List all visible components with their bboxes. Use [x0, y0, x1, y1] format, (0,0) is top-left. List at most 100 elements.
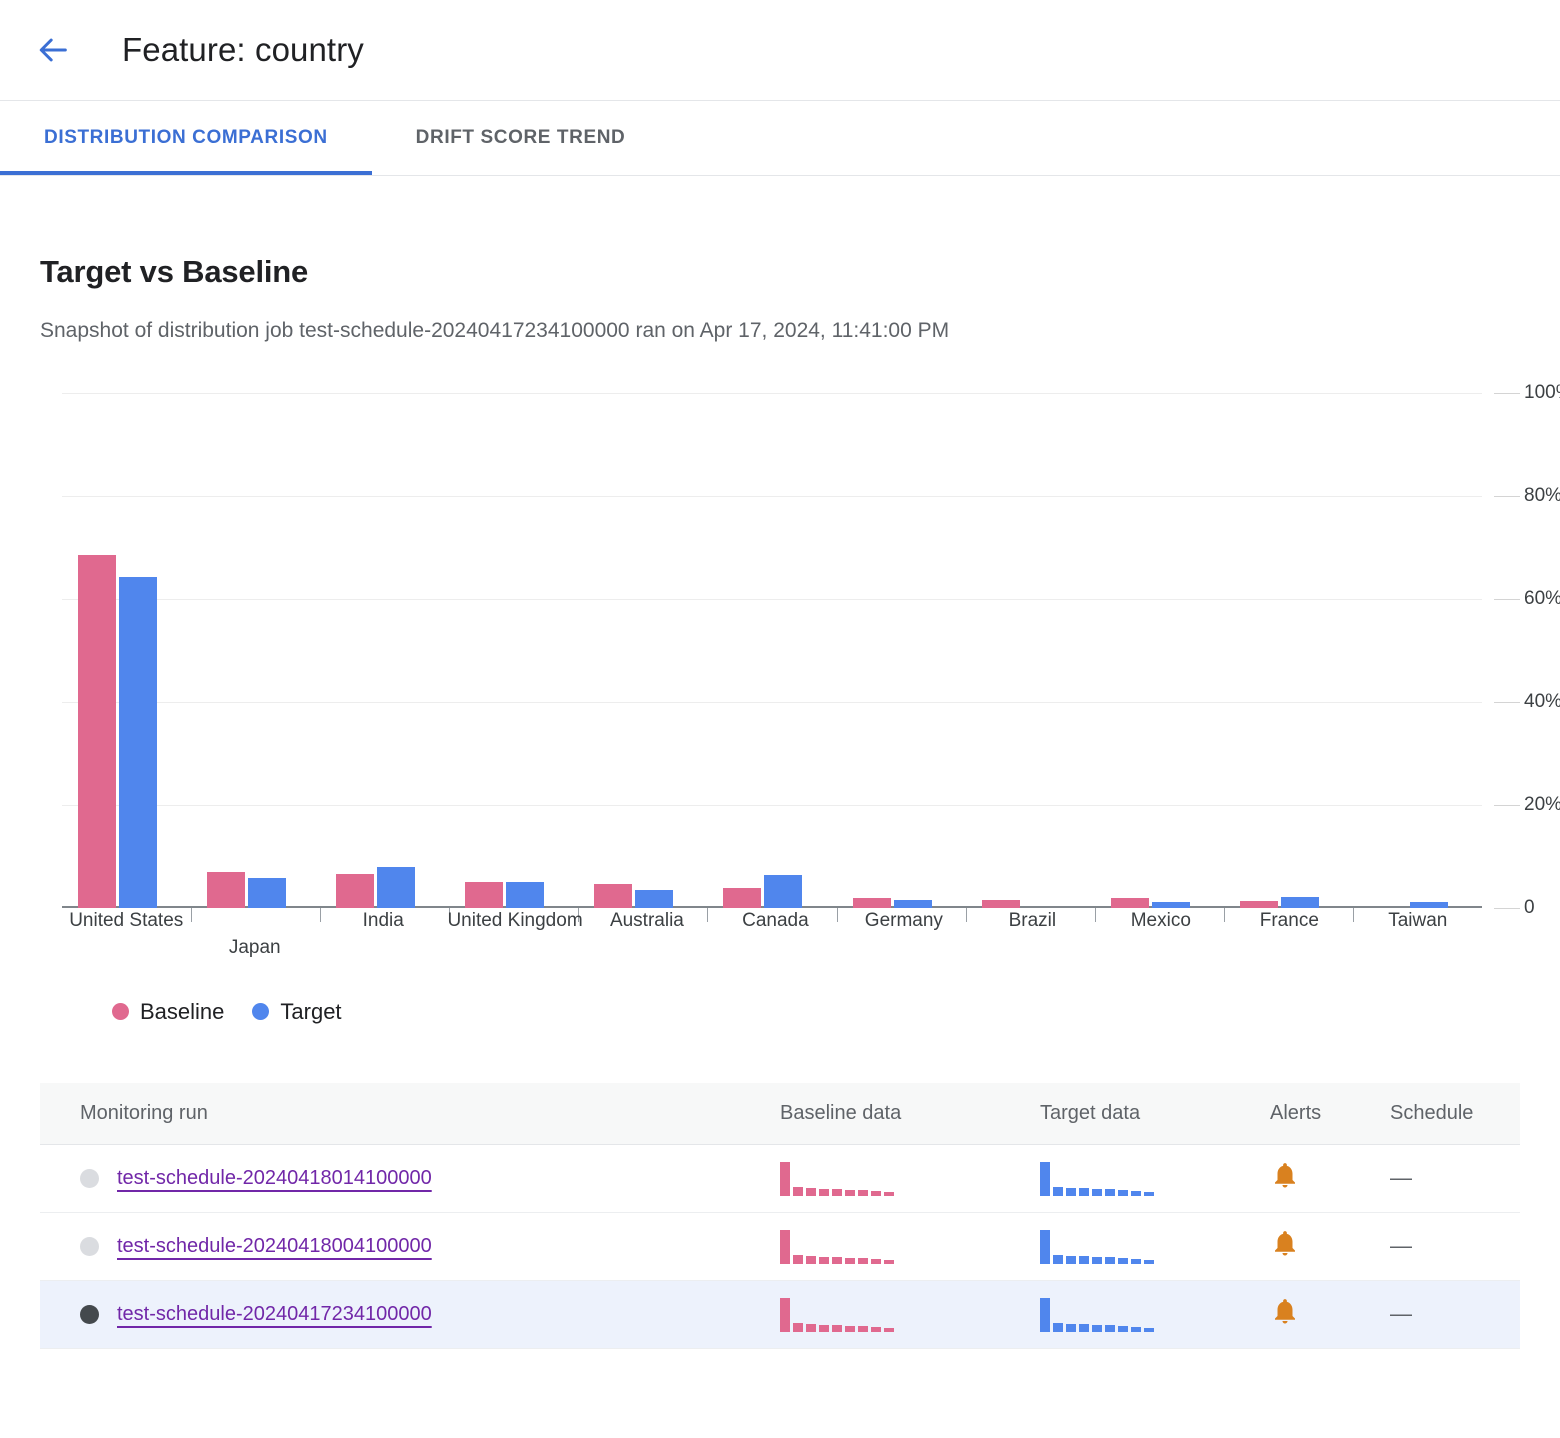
legend-item-target[interactable]: Target — [252, 999, 341, 1025]
chart-bar-target[interactable] — [1410, 902, 1448, 908]
sparkline-bar — [884, 1328, 894, 1332]
table-body: test-schedule-20240418014100000—test-sch… — [40, 1145, 1520, 1349]
bell-icon[interactable] — [1270, 1309, 1300, 1331]
chart-bar-baseline[interactable] — [465, 882, 503, 908]
chart-bar-target[interactable] — [1281, 897, 1319, 908]
sparkline-bar — [871, 1191, 881, 1196]
table-row[interactable]: test-schedule-20240418004100000 — — [40, 1213, 1520, 1281]
cell-alerts — [1270, 1228, 1390, 1264]
sparkline-bar — [871, 1327, 881, 1332]
chart-bar-group — [320, 393, 449, 908]
sparkline-bar — [806, 1324, 816, 1332]
sparkline-bar — [858, 1190, 868, 1196]
chart-bar-baseline[interactable] — [853, 898, 891, 908]
monitoring-run-link[interactable]: test-schedule-20240417234100000 — [117, 1303, 432, 1326]
tab-distribution-comparison[interactable]: DISTRIBUTION COMPARISON — [0, 101, 372, 175]
sparkline — [1040, 1296, 1270, 1332]
legend-item-baseline[interactable]: Baseline — [112, 999, 224, 1025]
sparkline-bar — [780, 1230, 790, 1264]
chart-legend: Baseline Target — [40, 999, 1520, 1025]
x-axis-label: United Kingdom — [447, 910, 582, 980]
bell-icon[interactable] — [1270, 1173, 1300, 1195]
chart-bar-baseline[interactable] — [1240, 901, 1278, 908]
chart-bar-baseline[interactable] — [594, 884, 632, 908]
chart-bar-groups — [62, 393, 1482, 908]
chart-bar-target[interactable] — [248, 878, 286, 908]
legend-label-target: Target — [280, 999, 341, 1025]
column-header-target-data: Target data — [1040, 1102, 1270, 1125]
chart-bar-group — [837, 393, 966, 908]
x-axis-label: Germany — [840, 910, 968, 980]
sparkline-bar — [1092, 1189, 1102, 1196]
chart-bar-baseline[interactable] — [1111, 898, 1149, 908]
sparkline-bar — [1079, 1256, 1089, 1264]
tab-drift-score-trend[interactable]: DRIFT SCORE TREND — [372, 101, 670, 175]
chart-bar-baseline[interactable] — [207, 872, 245, 908]
sparkline-bar — [1092, 1325, 1102, 1332]
table-row[interactable]: test-schedule-20240417234100000— — [40, 1281, 1520, 1349]
sparkline — [1040, 1160, 1270, 1196]
sparkline-bar — [1118, 1326, 1128, 1332]
y-axis-tick-label: 80% — [1524, 485, 1560, 507]
cell-monitoring-run: test-schedule-20240417234100000 — [40, 1303, 780, 1326]
y-axis-tick-label: 100% — [1524, 382, 1560, 404]
x-axis-label: Australia — [583, 910, 711, 980]
status-dot — [80, 1237, 99, 1256]
sparkline-bar — [793, 1187, 803, 1196]
chart-bar-target[interactable] — [1152, 902, 1190, 908]
sparkline — [1040, 1228, 1270, 1264]
chart-bar-baseline[interactable] — [336, 874, 374, 908]
chart-bar-group — [1095, 393, 1224, 908]
chart-bar-target[interactable] — [764, 875, 802, 907]
cell-baseline-data — [780, 1160, 1040, 1196]
sparkline-bar — [819, 1189, 829, 1196]
legend-dot-baseline — [112, 1003, 129, 1020]
cell-alerts — [1270, 1160, 1390, 1196]
column-header-schedule: Schedule — [1390, 1102, 1520, 1125]
table-header-row: Monitoring run Baseline data Target data… — [40, 1083, 1520, 1145]
sparkline-bar — [1105, 1189, 1115, 1196]
monitoring-run-link[interactable]: test-schedule-20240418004100000 — [117, 1235, 432, 1258]
sparkline-bar — [806, 1256, 816, 1264]
legend-dot-target — [252, 1003, 269, 1020]
table-row[interactable]: test-schedule-20240418014100000— — [40, 1145, 1520, 1213]
chart-bar-target[interactable] — [894, 900, 932, 908]
y-axis-tick-label: 0 — [1524, 897, 1535, 919]
chart-bar-baseline[interactable] — [723, 888, 761, 908]
chart-bar-group — [578, 393, 707, 908]
column-header-baseline-data: Baseline data — [780, 1102, 1040, 1125]
status-dot — [80, 1305, 99, 1324]
back-button[interactable] — [28, 24, 80, 76]
sparkline — [780, 1228, 1040, 1264]
sparkline-bar — [845, 1258, 855, 1264]
x-axis-label: Mexico — [1097, 910, 1225, 980]
sparkline-bar — [1105, 1325, 1115, 1332]
chart-bar-baseline[interactable] — [982, 900, 1020, 908]
sparkline-bar — [871, 1259, 881, 1264]
x-axis-label: France — [1225, 910, 1353, 980]
sparkline-bar — [884, 1260, 894, 1264]
bell-icon[interactable] — [1270, 1241, 1300, 1263]
monitoring-run-link[interactable]: test-schedule-20240418014100000 — [117, 1167, 432, 1190]
chart-bar-target[interactable] — [506, 882, 544, 908]
cell-schedule: — — [1390, 1233, 1520, 1259]
sparkline-bar — [1118, 1190, 1128, 1196]
chart-bar-group — [1353, 393, 1482, 908]
chart-bar-target[interactable] — [377, 867, 415, 908]
sparkline-bar — [793, 1255, 803, 1264]
status-dot — [80, 1169, 99, 1188]
sparkline-bar — [845, 1326, 855, 1332]
cell-target-data — [1040, 1160, 1270, 1196]
chart-bar-target[interactable] — [635, 890, 673, 908]
tab-label: DRIFT SCORE TREND — [416, 127, 626, 149]
tab-bar: DISTRIBUTION COMPARISON DRIFT SCORE TREN… — [0, 101, 1560, 176]
cell-target-data — [1040, 1296, 1270, 1332]
chart-bar-target[interactable] — [119, 577, 157, 908]
chart-bar-baseline[interactable] — [78, 555, 116, 908]
sparkline-bar — [858, 1326, 868, 1332]
sparkline — [780, 1160, 1040, 1196]
chart-plot-area: 100%80%60%40%20%0 — [62, 393, 1482, 908]
sparkline-bar — [780, 1298, 790, 1332]
legend-label-baseline: Baseline — [140, 999, 224, 1025]
column-header-monitoring-run: Monitoring run — [40, 1102, 780, 1125]
